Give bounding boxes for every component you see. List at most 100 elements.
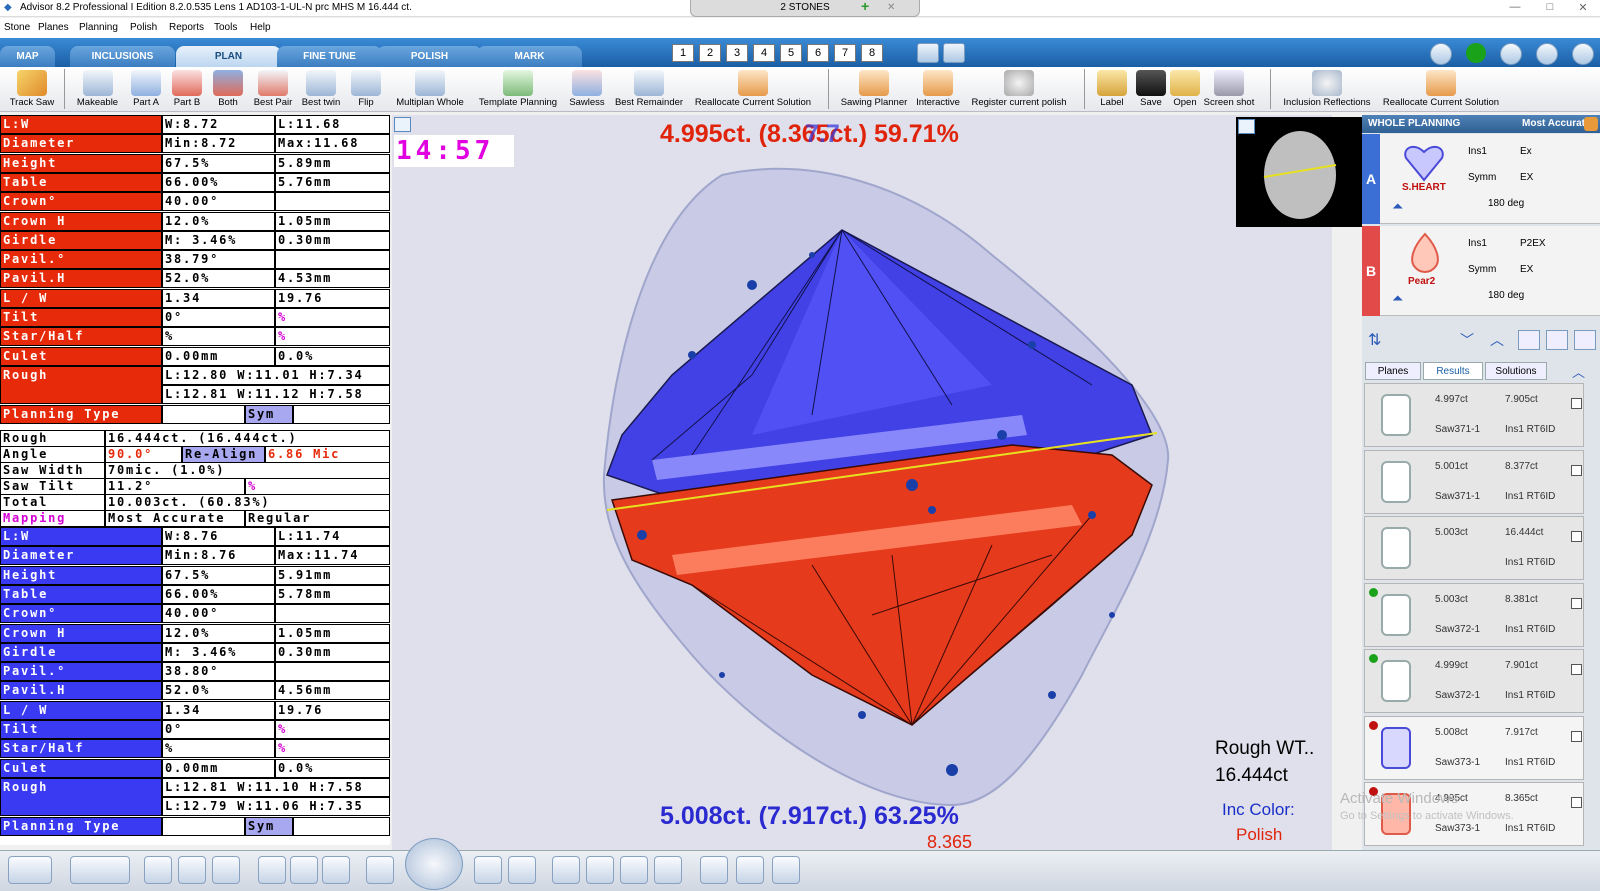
tab-solutions[interactable]: Solutions (1485, 362, 1547, 380)
sawless-button[interactable]: Sawless (566, 68, 608, 112)
menu-planning[interactable]: Planning (79, 22, 118, 33)
tab-plan[interactable]: PLAN (176, 46, 281, 67)
best-pair-button[interactable]: Best Pair (250, 68, 296, 112)
result-checkbox[interactable] (1571, 464, 1582, 476)
part-a-button[interactable]: Part A (126, 68, 166, 112)
side-view-icon[interactable] (290, 856, 318, 884)
both-button[interactable]: Both (208, 68, 248, 112)
stone-number-6[interactable]: 6 (807, 44, 829, 62)
stop-icon[interactable] (917, 43, 939, 63)
menu-tools[interactable]: Tools (214, 22, 237, 33)
result-row[interactable]: 5.008ct 7.917ct Saw373-1 Ins1 RT6ID (1364, 715, 1584, 780)
preview-thumbnail[interactable] (1236, 117, 1364, 227)
stone-number-3[interactable]: 3 (726, 44, 748, 62)
rotate-view-icon[interactable] (144, 856, 172, 884)
result-row[interactable]: 5.003ct 8.381ct Saw372-1 Ins1 RT6ID (1364, 582, 1584, 647)
zoom-fit-icon[interactable] (508, 856, 536, 884)
screen-shot-button[interactable]: Screen shot (1202, 68, 1256, 112)
stone-view-4-icon[interactable] (654, 856, 682, 884)
result-checkbox[interactable] (1571, 797, 1582, 808)
tab-inclusions[interactable]: INCLUSIONS (70, 46, 175, 67)
mode-icon[interactable] (1584, 117, 1598, 131)
stones-tab[interactable]: 2 STONES + ✕ (690, 0, 920, 17)
result-checkbox[interactable] (1571, 730, 1582, 742)
add-stone-icon[interactable]: + (861, 0, 869, 14)
arrows-icon[interactable] (1430, 43, 1452, 65)
close-stone-icon[interactable]: ✕ (887, 0, 895, 15)
view-mode-icon[interactable] (8, 856, 52, 884)
register-polish-button[interactable]: Register current polish (966, 68, 1072, 112)
menu-planes[interactable]: Planes (38, 22, 69, 33)
measure-icon[interactable] (366, 856, 394, 884)
reallocate-solution-button[interactable]: Reallocate Current Solution (690, 68, 816, 112)
collapse-icon[interactable]: ︿ (1572, 362, 1585, 381)
rotation-wheel[interactable] (405, 838, 463, 890)
stone-number-5[interactable]: 5 (780, 44, 802, 62)
label-button[interactable]: Label (1090, 68, 1134, 112)
chevron-up-icon[interactable]: ︿ (1490, 330, 1504, 350)
stone-number-8[interactable]: 8 (861, 44, 883, 62)
sawing-planner-button[interactable]: Sawing Planner (838, 68, 910, 112)
result-checkbox[interactable] (1571, 664, 1582, 675)
tab-fine-tune[interactable]: FINE TUNE (277, 46, 382, 67)
edit-icon[interactable] (1574, 330, 1596, 350)
result-checkbox[interactable] (1571, 597, 1582, 609)
stone-number-4[interactable]: 4 (753, 44, 775, 62)
chevron-down-icon[interactable]: ﹀ (1460, 330, 1474, 350)
save-button[interactable]: Save (1134, 68, 1168, 112)
open-button[interactable]: Open (1168, 68, 1202, 112)
zoom-in-icon[interactable] (474, 856, 502, 884)
network-icon[interactable] (736, 856, 764, 884)
stone-view-3-icon[interactable] (620, 856, 648, 884)
result-row[interactable]: 5.003ct 16.444ct Ins1 RT6ID (1364, 516, 1584, 580)
tab-map[interactable]: MAP (0, 46, 55, 67)
plan-row-a[interactable]: A S.HEART Ins1 Ex Symm EX 180 deg ⏶ (1362, 134, 1600, 224)
tab-polish[interactable]: POLISH (377, 46, 482, 67)
pavilion-view-icon[interactable] (212, 856, 240, 884)
menu-polish[interactable]: Polish (130, 22, 157, 33)
accuracy-mode[interactable]: Most Accurate (1522, 115, 1591, 133)
makeable-button[interactable]: Makeable (70, 68, 125, 112)
3d-viewport[interactable] (392, 115, 1332, 850)
menu-help[interactable]: Help (250, 22, 271, 33)
crown-view-icon[interactable] (178, 856, 206, 884)
maximize-icon[interactable]: □ (1535, 1, 1565, 15)
inclusion-reflections-button[interactable]: Inclusion Reflections (1280, 68, 1374, 112)
toggle-icon[interactable] (1500, 43, 1522, 65)
best-remainder-button[interactable]: Best Remainder (610, 68, 688, 112)
grid-icon[interactable] (1546, 330, 1568, 350)
sort-icon[interactable]: ⇅ (1368, 330, 1381, 350)
tab-results[interactable]: Results (1423, 362, 1483, 380)
best-twin-button[interactable]: Best twin (298, 68, 344, 112)
stone-number-7[interactable]: 7 (834, 44, 856, 62)
stone-view-2-icon[interactable] (586, 856, 614, 884)
summary-angle-value-2[interactable]: Re-Align (182, 446, 265, 463)
result-row[interactable]: 4.997ct 7.905ct Saw371-1 Ins1 RT6ID (1364, 383, 1584, 447)
result-checkbox[interactable] (1571, 531, 1582, 542)
template-planning-button[interactable]: Template Planning (474, 68, 562, 112)
tab-planes[interactable]: Planes (1365, 362, 1421, 380)
front-view-icon[interactable] (258, 856, 286, 884)
stone-number-1[interactable]: 1 (672, 44, 694, 62)
plan-row-b[interactable]: B Pear2 Ins1 P2EX Symm EX 180 deg ⏶ (1362, 226, 1600, 316)
color-stone-icon[interactable] (772, 856, 800, 884)
expand-thumb-icon[interactable] (1238, 119, 1255, 134)
track-saw-button[interactable]: Track Saw (2, 68, 62, 112)
interactive-button[interactable]: Interactive (912, 68, 964, 112)
part-b-planning-type-value[interactable]: Sym (245, 816, 293, 836)
menu-stone[interactable]: Stone (4, 22, 30, 33)
menu-reports[interactable]: Reports (169, 22, 204, 33)
percent-icon[interactable] (700, 856, 728, 884)
flip-button[interactable]: Flip (346, 68, 386, 112)
stone-view-1-icon[interactable] (552, 856, 580, 884)
filter-icon[interactable] (1518, 330, 1540, 350)
minimize-icon[interactable]: — (1500, 1, 1530, 15)
power-icon[interactable] (1572, 43, 1594, 65)
part-a-planning-type-value[interactable]: Sym (245, 404, 293, 424)
stone-3d-model[interactable] (392, 115, 1332, 850)
result-row[interactable]: 5.001ct 8.377ct Saw371-1 Ins1 RT6ID (1364, 449, 1584, 514)
part-b-button[interactable]: Part B (167, 68, 207, 112)
gear-icon[interactable] (1536, 43, 1558, 65)
close-window-icon[interactable]: ✕ (1568, 1, 1598, 15)
multiplan-whole-button[interactable]: Multiplan Whole (390, 68, 470, 112)
